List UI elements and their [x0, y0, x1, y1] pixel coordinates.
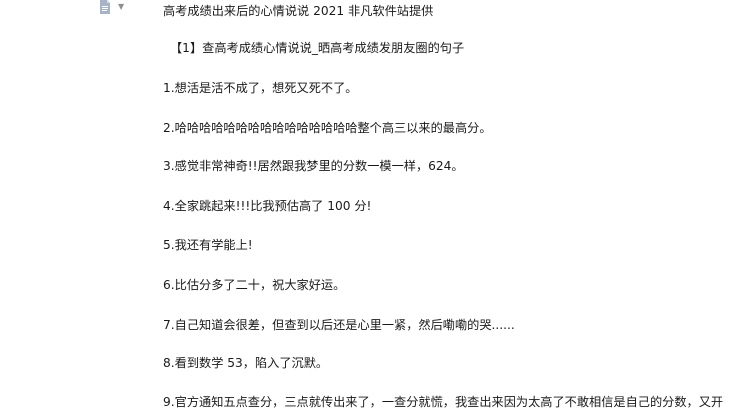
- list-item: 9.官方通知五点查分，三点就传出来了，一查分就慌，我查出来因为太高了不敢相信是自…: [163, 395, 723, 409]
- list-item: 1.想活是活不成了，想死又死不了。: [163, 81, 358, 95]
- list-item: 4.全家跳起来!!!比我预估高了 100 分!: [163, 199, 372, 213]
- list-item: 8.看到数学 53，陷入了沉默。: [163, 356, 329, 370]
- section-heading: 【1】查高考成绩心情说说_晒高考成绩发朋友圈的句子: [170, 41, 465, 55]
- document-title: 高考成绩出来后的心情说说 2021 非凡软件站提供: [163, 4, 434, 18]
- document-body: 高考成绩出来后的心情说说 2021 非凡软件站提供 【1】查高考成绩心情说说_晒…: [0, 0, 731, 409]
- list-item: 3.感觉非常神奇!!居然跟我梦里的分数一模一样，624。: [163, 159, 464, 173]
- list-item: 2.哈哈哈哈哈哈哈哈哈哈哈哈哈哈哈整个高三以来的最高分。: [163, 121, 492, 135]
- list-item: 7.自己知道会很差，但查到以后还是心里一紧，然后嘞嘞的哭......: [163, 318, 515, 332]
- list-item: 5.我还有学能上!: [163, 238, 253, 252]
- list-item: 6.比估分多了二十，祝大家好运。: [163, 278, 346, 292]
